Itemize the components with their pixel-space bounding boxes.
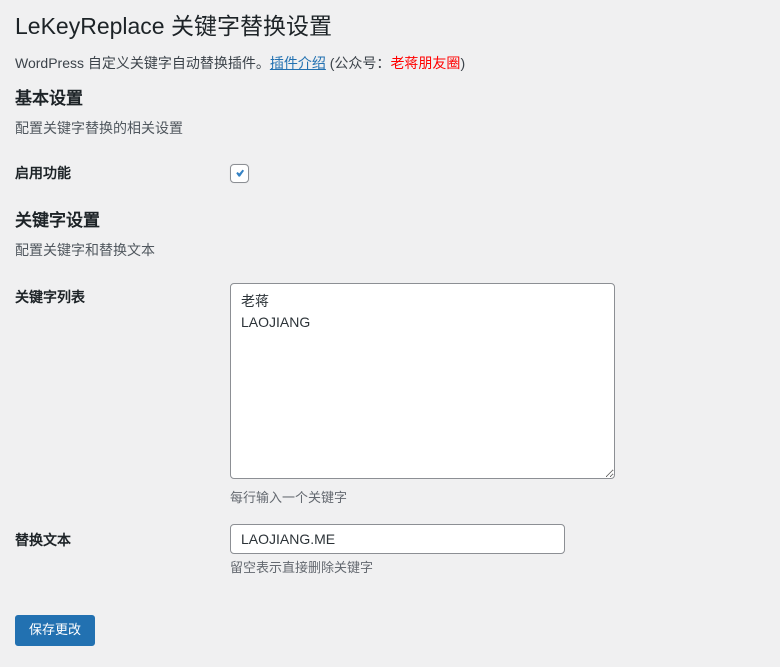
keywords-label: 关键字列表 <box>15 288 85 305</box>
plugin-intro-link[interactable]: 插件介绍 <box>270 55 326 71</box>
keywords-hint: 每行输入一个关键字 <box>230 489 348 505</box>
form-row-keywords: 关键字列表 老蒋 LAOJIANG 每行输入一个关键字 <box>15 261 760 507</box>
enable-label: 启用功能 <box>15 164 71 181</box>
save-button[interactable]: 保存更改 <box>15 615 96 646</box>
form-row-replace: 替换文本 留空表示直接删除关键字 <box>15 507 760 577</box>
submit-row: 保存更改 <box>15 576 760 646</box>
subtitle-suffix: ) <box>460 54 466 71</box>
page-title: LeKeyReplace 关键字替换设置 <box>15 13 332 39</box>
replace-hint: 留空表示直接删除关键字 <box>230 559 374 575</box>
wechat-account-name: 老蒋朋友圈 <box>390 54 461 71</box>
page-subtitle: WordPress 自定义关键字自动替换插件。插件介绍 (公众号：老蒋朋友圈) <box>15 55 760 73</box>
subtitle-mid: (公众号： <box>325 54 391 71</box>
check-icon <box>233 167 246 180</box>
settings-page: LeKeyReplace 关键字替换设置 WordPress 自定义关键字自动替… <box>0 0 780 646</box>
enable-checkbox[interactable] <box>230 163 249 183</box>
section-desc-basic: 配置关键字替换的相关设置 <box>15 120 183 137</box>
keywords-textarea[interactable]: 老蒋 LAOJIANG <box>230 282 615 479</box>
replace-label: 替换文本 <box>15 531 71 548</box>
form-row-enable: 启用功能 <box>15 139 760 185</box>
replace-input[interactable] <box>230 523 565 554</box>
section-heading-keywords: 关键字设置 <box>15 210 100 230</box>
section-desc-keywords: 配置关键字和替换文本 <box>15 242 155 259</box>
subtitle-text: WordPress 自定义关键字自动替换插件。 <box>15 54 270 71</box>
section-heading-basic: 基本设置 <box>15 89 83 109</box>
